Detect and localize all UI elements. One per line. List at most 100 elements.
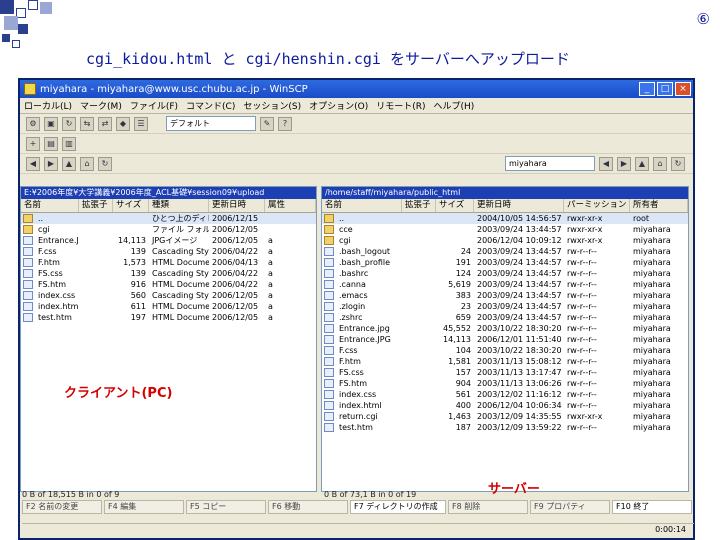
- queue-icon[interactable]: ☰: [134, 116, 148, 131]
- local-home-icon[interactable]: ⌂: [80, 156, 94, 171]
- local-col-date[interactable]: 更新日時: [209, 199, 265, 212]
- table-row[interactable]: index.html 611 HTML Document2006/12/05 a: [21, 301, 316, 312]
- table-row[interactable]: FS.css 139 Cascading Style...2006/04/22 a: [21, 268, 316, 279]
- table-row[interactable]: return.cgi 1,463 2003/12/09 14:35:55 rwxr-x…: [322, 411, 688, 422]
- window-title: miyahara - miyahara@www.usc.chubu.ac.jp …: [40, 83, 308, 95]
- file-perm: rwxr-xr-x: [567, 236, 603, 245]
- table-row[interactable]: .emacs 383 2003/09/24 13:44:57 rw-r--r-- miy…: [322, 290, 688, 301]
- session-icon[interactable]: ◆: [116, 116, 130, 131]
- table-row[interactable]: .bash_logout 24 2003/09/24 13:44:57 rw-r--r…: [322, 246, 688, 257]
- menu-command[interactable]: コマンド(C): [186, 99, 235, 112]
- sync-icon[interactable]: ⇄: [98, 116, 112, 131]
- table-row[interactable]: .canna 5,619 2003/09/24 13:44:57 rw-r--r-- m…: [322, 279, 688, 290]
- table-row[interactable]: index.css 561 2003/12/02 11:16:12 rw-r--r--…: [322, 389, 688, 400]
- menu-file[interactable]: ファイル(F): [130, 99, 178, 112]
- settings-icon[interactable]: ✎: [260, 116, 274, 131]
- table-row[interactable]: .. ひとつ上のディレクトリ2006/12/15: [21, 213, 316, 224]
- remote-home-icon[interactable]: ⌂: [653, 156, 667, 171]
- file-date: 2006/12/04 10:09:12: [477, 236, 562, 245]
- remote-col-ext[interactable]: 拡張子: [402, 199, 436, 212]
- transfer-settings-select[interactable]: デフォルト: [166, 116, 256, 131]
- file-perm: rw-r--r--: [567, 346, 597, 355]
- create-directory-button[interactable]: F7 ディレクトリの作成: [350, 500, 446, 514]
- local-col-attr[interactable]: 属性: [265, 199, 316, 212]
- delete-button[interactable]: F8 削除: [448, 500, 528, 514]
- menu-help[interactable]: ヘルプ(H): [434, 99, 475, 112]
- minimize-button[interactable]: _: [639, 82, 655, 96]
- table-row[interactable]: index.html 400 2006/12/04 10:06:34 rw-r--r-…: [322, 400, 688, 411]
- file-ext: [79, 224, 113, 235]
- file-icon: [23, 258, 33, 267]
- refresh-icon[interactable]: ↻: [62, 116, 76, 131]
- open-icon[interactable]: ▤: [44, 136, 58, 151]
- remote-col-owner[interactable]: 所有者: [630, 199, 688, 212]
- table-row[interactable]: test.htm 197 HTML Document2006/12/05 a: [21, 312, 316, 323]
- remote-refresh-icon[interactable]: ↻: [671, 156, 685, 171]
- local-path: E:¥2006年度¥大学講義¥2006年度_ACL基礎¥session09¥up…: [21, 187, 316, 199]
- table-row[interactable]: Entrance.JPG 14,113 2006/12/01 11:51:40 rw-…: [322, 334, 688, 345]
- table-row[interactable]: F.htm 1,573 HTML Document2006/04/13 a: [21, 257, 316, 268]
- table-row[interactable]: .bash_profile 191 2003/09/24 13:44:57 rw-r-…: [322, 257, 688, 268]
- remote-pane[interactable]: /home/staff/miyahara/public_html 名前 拡張子 …: [321, 186, 689, 492]
- compare-icon[interactable]: ⇆: [80, 116, 94, 131]
- rename-button[interactable]: F2 名前の変更: [22, 500, 102, 514]
- remote-col-size[interactable]: サイズ: [436, 199, 474, 212]
- table-row[interactable]: cce 2003/09/24 13:44:57 rwxr-xr-x miyahara: [322, 224, 688, 235]
- close-button[interactable]: ×: [675, 82, 691, 96]
- remote-col-perm[interactable]: パーミッション: [564, 199, 630, 212]
- edit-button[interactable]: F4 編集: [104, 500, 184, 514]
- remote-back-icon[interactable]: ◀: [599, 156, 613, 171]
- local-col-ext[interactable]: 拡張子: [79, 199, 113, 212]
- table-row[interactable]: F.css 104 2003/10/22 18:30:20 rw-r--r-- miya…: [322, 345, 688, 356]
- menu-remote[interactable]: リモート(R): [376, 99, 425, 112]
- local-col-type[interactable]: 種類: [149, 199, 209, 212]
- new-session-icon[interactable]: +: [26, 136, 40, 151]
- file-size: 197: [130, 313, 146, 322]
- file-type: Cascading Style...: [152, 247, 209, 256]
- local-back-icon[interactable]: ◀: [26, 156, 40, 171]
- local-pane[interactable]: E:¥2006年度¥大学講義¥2006年度_ACL基礎¥session09¥up…: [20, 186, 317, 492]
- table-row[interactable]: .bashrc 124 2003/09/24 13:44:57 rw-r--r-- mi…: [322, 268, 688, 279]
- help-icon[interactable]: ?: [278, 116, 292, 131]
- remote-directory-select[interactable]: miyahara: [505, 156, 595, 171]
- local-col-size[interactable]: サイズ: [113, 199, 149, 212]
- menu-local[interactable]: ローカル(L): [24, 99, 72, 112]
- menu-session[interactable]: セッション(S): [243, 99, 301, 112]
- table-row[interactable]: FS.htm 916 HTML Document2006/04/22 a: [21, 279, 316, 290]
- table-row[interactable]: F.css 139 Cascading Style...2006/04/22 a: [21, 246, 316, 257]
- move-button[interactable]: F6 移動: [268, 500, 348, 514]
- table-row[interactable]: Entrance.JPG 14,113 JPGイメージ 2006/12/05 a: [21, 235, 316, 246]
- menu-mark[interactable]: マーク(M): [80, 99, 122, 112]
- file-attr: a: [268, 313, 273, 322]
- quit-button[interactable]: F10 終了: [612, 500, 692, 514]
- save-icon[interactable]: ▥: [62, 136, 76, 151]
- preferences-icon[interactable]: ⚙: [26, 116, 40, 131]
- remote-parent-icon[interactable]: ▲: [635, 156, 649, 171]
- remote-forward-icon[interactable]: ▶: [617, 156, 631, 171]
- maximize-button[interactable]: □: [657, 82, 673, 96]
- table-row[interactable]: Entrance.jpg 45,552 2003/10/22 18:30:20 rw-…: [322, 323, 688, 334]
- remote-col-name[interactable]: 名前: [322, 199, 402, 212]
- menu-options[interactable]: オプション(O): [309, 99, 368, 112]
- table-row[interactable]: .zlogin 23 2003/09/24 13:44:57 rw-r--r-- miy…: [322, 301, 688, 312]
- table-row[interactable]: .zshrc 659 2003/09/24 13:44:57 rw-r--r-- miy…: [322, 312, 688, 323]
- remote-col-date[interactable]: 更新日時: [474, 199, 564, 212]
- file-name: Entrance.JPG: [38, 236, 79, 245]
- secondary-toolbar: + ▤ ▥: [20, 134, 693, 154]
- local-col-name[interactable]: 名前: [21, 199, 79, 212]
- table-row[interactable]: cgi ファイル フォルダ2006/12/05: [21, 224, 316, 235]
- folder-icon: [23, 214, 33, 223]
- local-forward-icon[interactable]: ▶: [44, 156, 58, 171]
- table-row[interactable]: .. 2004/10/05 14:56:57 rwxr-xr-x root: [322, 213, 688, 224]
- table-row[interactable]: test.htm 187 2003/12/09 13:59:22 rw-r--r-- m…: [322, 422, 688, 433]
- table-row[interactable]: FS.css 157 2003/11/13 13:17:47 rw-r--r-- miy…: [322, 367, 688, 378]
- local-parent-icon[interactable]: ▲: [62, 156, 76, 171]
- local-refresh-icon[interactable]: ↻: [98, 156, 112, 171]
- table-row[interactable]: F.htm 1,581 2003/11/13 15:08:12 rw-r--r-- mi…: [322, 356, 688, 367]
- copy-button[interactable]: F5 コピー: [186, 500, 266, 514]
- properties-button[interactable]: F9 プロパティ: [530, 500, 610, 514]
- table-row[interactable]: cgi 2006/12/04 10:09:12 rwxr-xr-x miyahara: [322, 235, 688, 246]
- table-row[interactable]: FS.htm 904 2003/11/13 13:06:26 rw-r--r-- miy…: [322, 378, 688, 389]
- terminal-icon[interactable]: ▣: [44, 116, 58, 131]
- table-row[interactable]: index.css 560 Cascading Style...2006/12/05…: [21, 290, 316, 301]
